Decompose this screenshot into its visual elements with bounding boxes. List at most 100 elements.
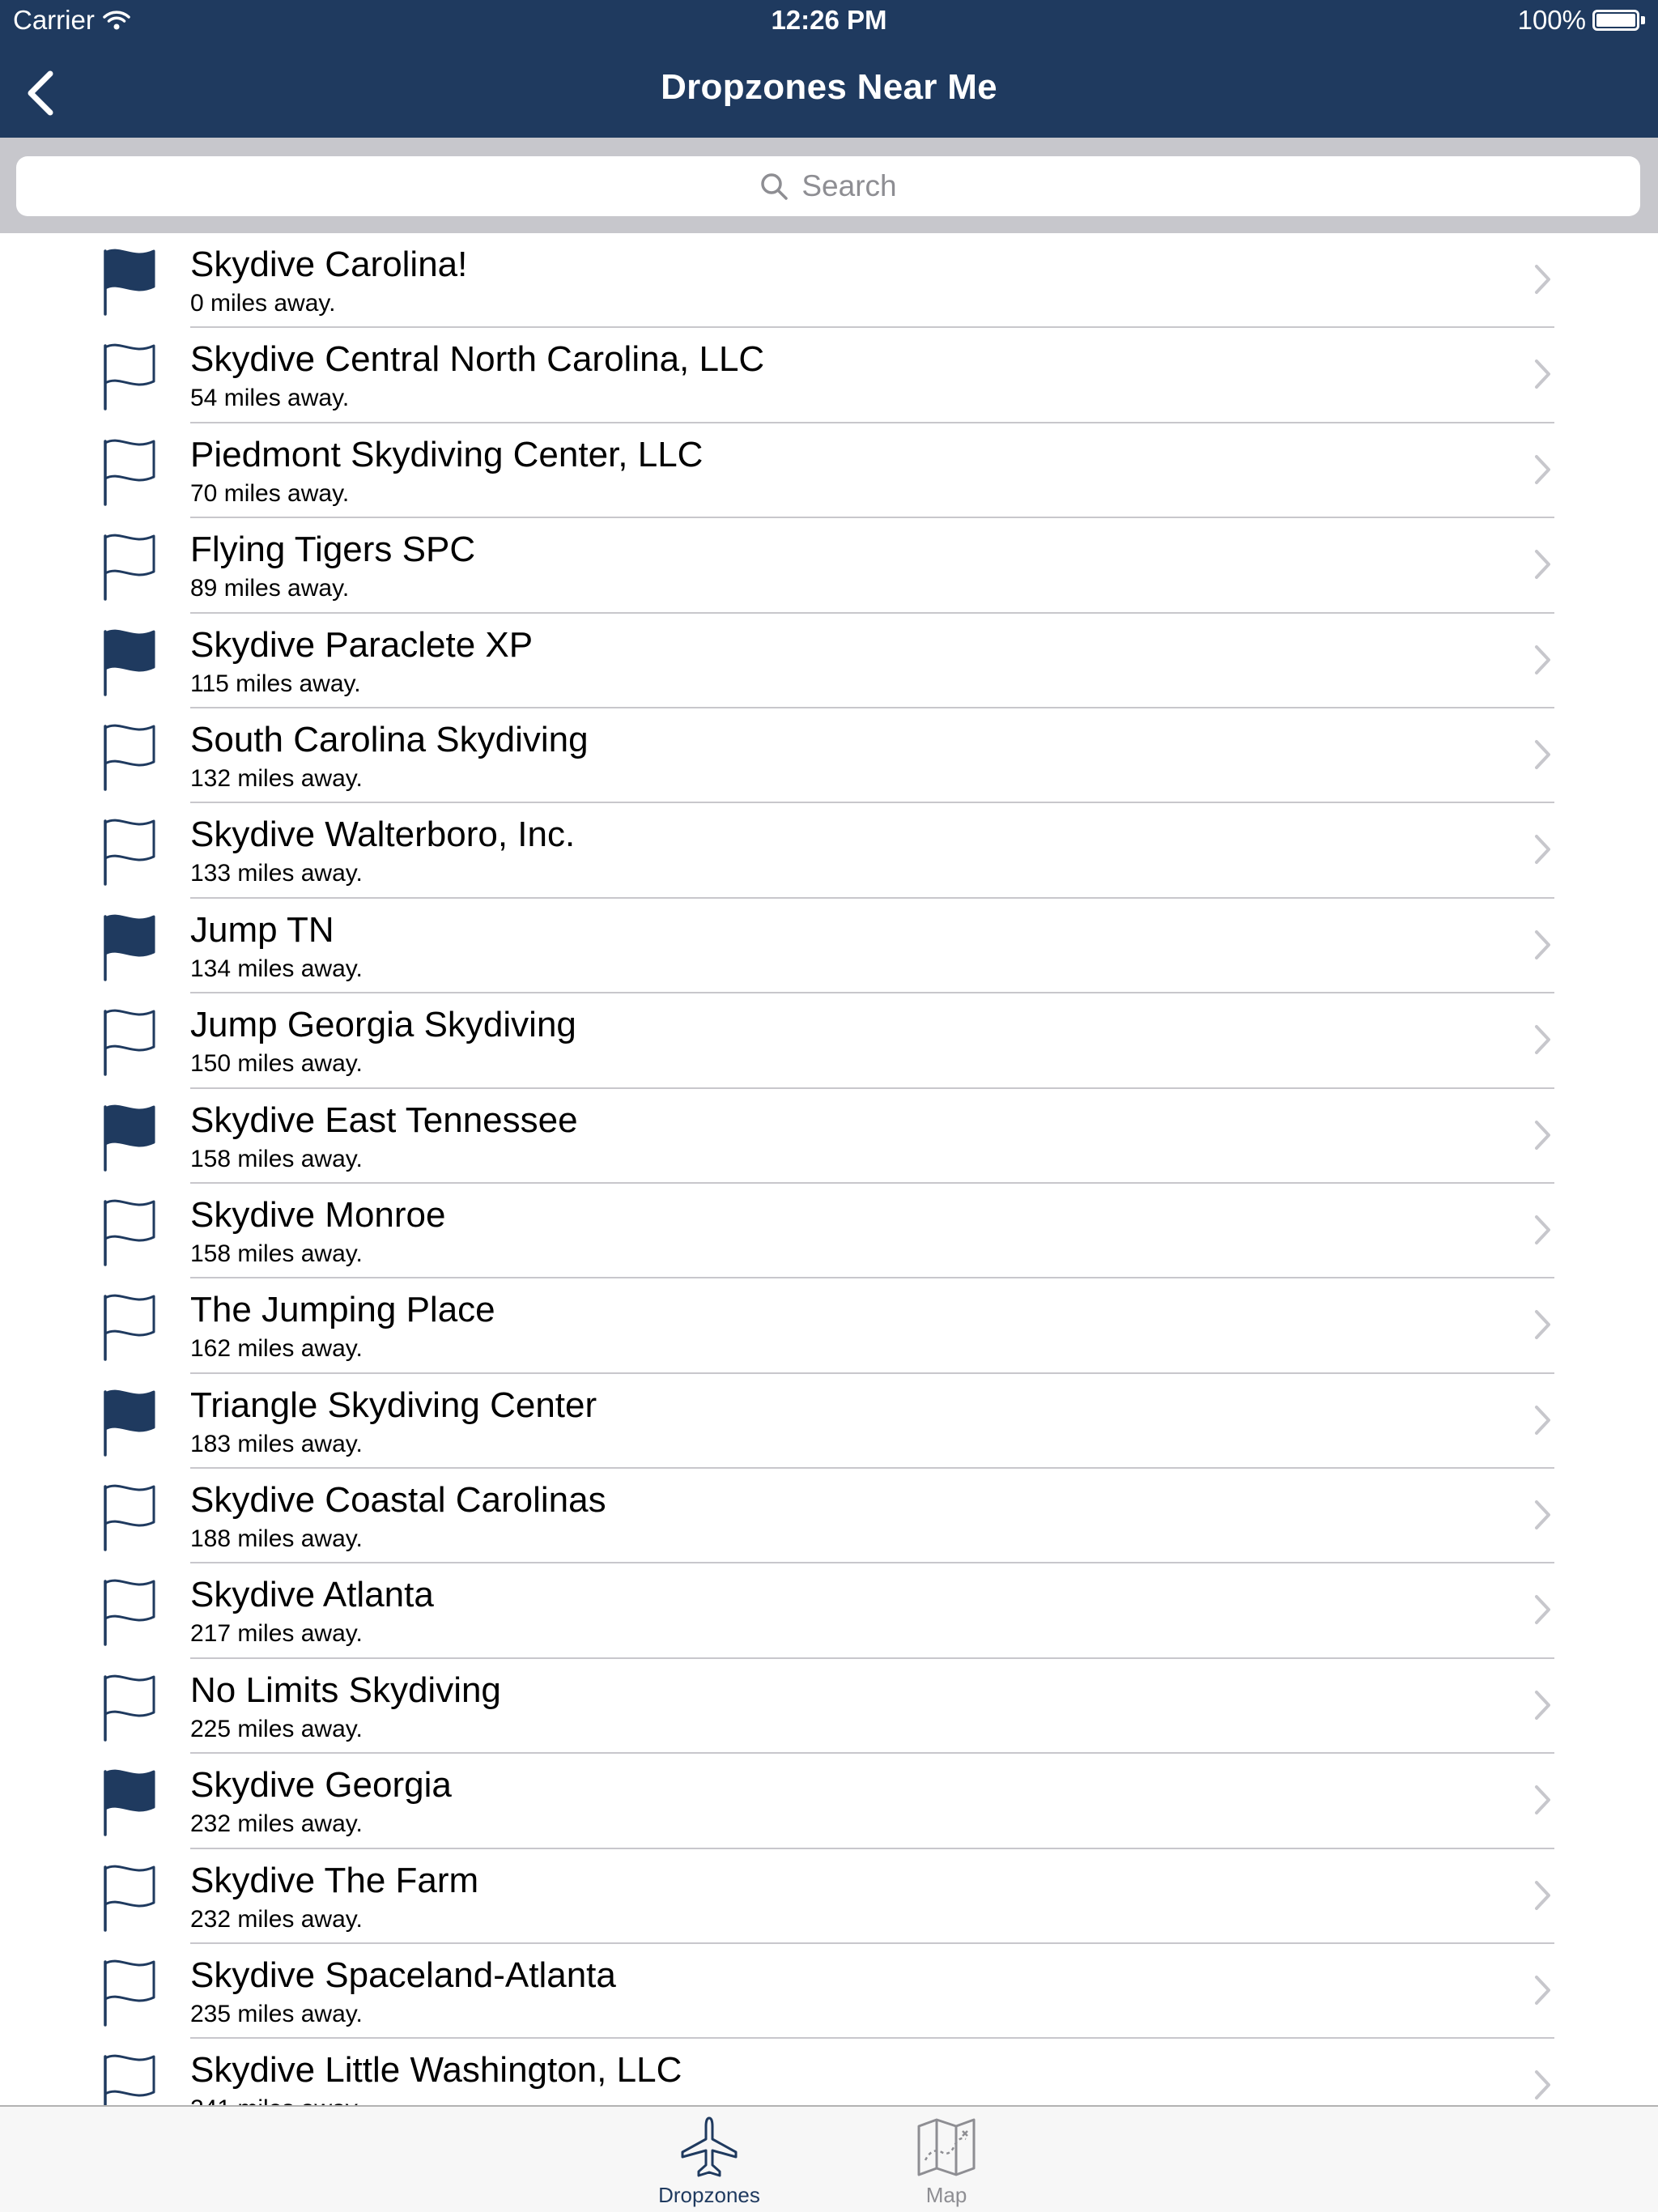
flag-outline-icon xyxy=(104,1009,155,1076)
chevron-right-icon xyxy=(1535,1310,1550,1340)
search-bar: Search xyxy=(0,138,1658,233)
battery-percent: 100% xyxy=(1517,5,1586,35)
list-item[interactable]: Skydive East Tennessee 158 miles away. xyxy=(0,1089,1658,1184)
dropzone-name: Jump Georgia Skydiving xyxy=(190,1005,576,1045)
list-item[interactable]: Skydive Paraclete XP 115 miles away. xyxy=(0,614,1658,708)
tab-dropzones[interactable]: Dropzones xyxy=(628,2107,790,2212)
dropzone-name: Skydive Monroe xyxy=(190,1194,446,1235)
flag-filled-icon xyxy=(104,1104,155,1172)
dropzone-distance: 158 miles away. xyxy=(190,1145,363,1172)
list-item[interactable]: Skydive Little Washington, LLC 241 miles … xyxy=(0,2039,1658,2105)
chevron-right-icon xyxy=(1535,1120,1550,1150)
dropzone-name: Jump TN xyxy=(190,909,334,950)
dropzone-distance: 232 miles away. xyxy=(190,1905,363,1933)
dropzone-name: Skydive Spaceland-Atlanta xyxy=(190,1955,616,1996)
list-item[interactable]: Skydive Central North Carolina, LLC 54 mi… xyxy=(0,328,1658,423)
list-item[interactable]: Skydive Atlanta 217 miles away. xyxy=(0,1563,1658,1659)
flag-filled-icon xyxy=(104,629,155,696)
chevron-right-icon xyxy=(1535,644,1550,674)
airplane-icon xyxy=(681,2116,738,2177)
battery-icon xyxy=(1592,10,1639,31)
search-icon xyxy=(761,173,789,200)
flag-outline-icon xyxy=(104,1865,155,1932)
dropzone-name: Skydive Paraclete XP xyxy=(190,624,534,665)
flag-outline-icon xyxy=(104,1199,155,1266)
flag-filled-icon xyxy=(104,914,155,981)
list-item[interactable]: Skydive Carolina! 0 miles away. xyxy=(0,233,1658,329)
dropzone-name: Piedmont Skydiving Center, LLC xyxy=(190,434,704,474)
dropzone-distance: 217 miles away. xyxy=(190,1620,363,1648)
dropzone-name: Skydive Little Washington, LLC xyxy=(190,2050,682,2091)
search-input[interactable]: Search xyxy=(16,156,1640,216)
dropzone-distance: 0 miles away. xyxy=(190,290,336,317)
tab-map[interactable]: Map xyxy=(865,2107,1027,2212)
dropzone-name: Skydive Walterboro, Inc. xyxy=(190,815,576,855)
chevron-right-icon xyxy=(1535,1595,1550,1625)
list-item[interactable]: Jump TN 134 miles away. xyxy=(0,899,1658,994)
dropzone-distance: 241 miles away. xyxy=(190,2095,363,2105)
dropzone-name: The Jumping Place xyxy=(190,1290,495,1330)
dropzone-name: No Limits Skydiving xyxy=(190,1670,501,1710)
dropzone-distance: 188 miles away. xyxy=(190,1525,363,1553)
dropzone-distance: 134 miles away. xyxy=(190,955,363,982)
list-item[interactable]: Skydive The Farm 232 miles away. xyxy=(0,1849,1658,1945)
dropzone-name: Skydive The Farm xyxy=(190,1860,479,1900)
dropzone-name: Skydive Georgia xyxy=(190,1765,452,1806)
chevron-right-icon xyxy=(1535,1500,1550,1530)
dropzone-distance: 133 miles away. xyxy=(190,860,363,887)
flag-filled-icon xyxy=(104,249,155,316)
dropzone-distance: 89 miles away. xyxy=(190,575,350,602)
dropzone-distance: 183 miles away. xyxy=(190,1430,363,1457)
dropzone-distance: 54 miles away. xyxy=(190,385,350,412)
tab-map-label: Map xyxy=(925,2183,967,2207)
list-item[interactable]: Skydive Coastal Carolinas 188 miles away. xyxy=(0,1469,1658,1564)
dropzone-distance: 158 miles away. xyxy=(190,1240,363,1267)
list-item[interactable]: Skydive Georgia 232 miles away. xyxy=(0,1754,1658,1849)
chevron-right-icon xyxy=(1535,550,1550,580)
chevron-right-icon xyxy=(1535,454,1550,484)
list-item[interactable]: Skydive Walterboro, Inc. 133 miles away. xyxy=(0,803,1658,899)
page-title: Dropzones Near Me xyxy=(661,67,997,107)
list-item[interactable]: No Limits Skydiving 225 miles away. xyxy=(0,1659,1658,1755)
flag-outline-icon xyxy=(104,343,155,411)
dropzone-name: Skydive Atlanta xyxy=(190,1575,434,1615)
flag-filled-icon xyxy=(104,1769,155,1836)
dropzone-list[interactable]: Skydive Carolina! 0 miles away. Skydive Ce… xyxy=(0,233,1658,2105)
tab-dropzones-label: Dropzones xyxy=(658,2183,760,2207)
chevron-right-icon xyxy=(1535,835,1550,865)
flag-outline-icon xyxy=(104,724,155,791)
chevron-right-icon xyxy=(1535,1976,1550,2006)
map-icon xyxy=(917,2118,976,2176)
chevron-right-icon xyxy=(1535,929,1550,959)
dropzone-name: South Carolina Skydiving xyxy=(190,719,589,759)
list-item[interactable]: Jump Georgia Skydiving 150 miles away. xyxy=(0,993,1658,1089)
list-item[interactable]: Skydive Spaceland-Atlanta 235 miles away. xyxy=(0,1944,1658,2040)
dropzone-distance: 150 miles away. xyxy=(190,1050,363,1078)
app: Carrier 12:26 PM 100% Dropzones Near Me xyxy=(0,0,1658,2212)
status-time: 12:26 PM xyxy=(771,5,887,35)
flag-outline-icon xyxy=(104,819,155,887)
dropzone-distance: 132 miles away. xyxy=(190,764,363,792)
list-item[interactable]: Triangle Skydiving Center 183 miles away. xyxy=(0,1374,1658,1470)
list-item[interactable]: The Jumping Place 162 miles away. xyxy=(0,1278,1658,1374)
tab-bar: Dropzones Map xyxy=(0,2105,1658,2212)
dropzone-name: Triangle Skydiving Center xyxy=(190,1385,597,1425)
flag-outline-icon xyxy=(104,439,155,506)
flag-outline-icon xyxy=(104,1484,155,1551)
chevron-right-icon xyxy=(1535,1785,1550,1815)
list-item[interactable]: Flying Tigers SPC 89 miles away. xyxy=(0,518,1658,614)
flag-outline-icon xyxy=(104,1294,155,1362)
list-item[interactable]: South Carolina Skydiving 132 miles away. xyxy=(0,708,1658,804)
status-battery: 100% xyxy=(1518,5,1645,36)
dropzone-name: Skydive Carolina! xyxy=(190,245,468,284)
chevron-right-icon xyxy=(1535,359,1550,389)
dropzone-distance: 235 miles away. xyxy=(190,2001,363,2028)
battery-tip xyxy=(1641,16,1645,24)
chevron-right-icon xyxy=(1535,1880,1550,1910)
list-item[interactable]: Skydive Monroe 158 miles away. xyxy=(0,1184,1658,1279)
flag-outline-icon xyxy=(104,2055,155,2105)
flag-outline-icon xyxy=(104,1959,155,2027)
list-item[interactable]: Piedmont Skydiving Center, LLC 70 miles a… xyxy=(0,423,1658,519)
dropzone-name: Skydive Central North Carolina, LLC xyxy=(190,339,765,380)
dropzone-name: Skydive Coastal Carolinas xyxy=(190,1480,606,1521)
